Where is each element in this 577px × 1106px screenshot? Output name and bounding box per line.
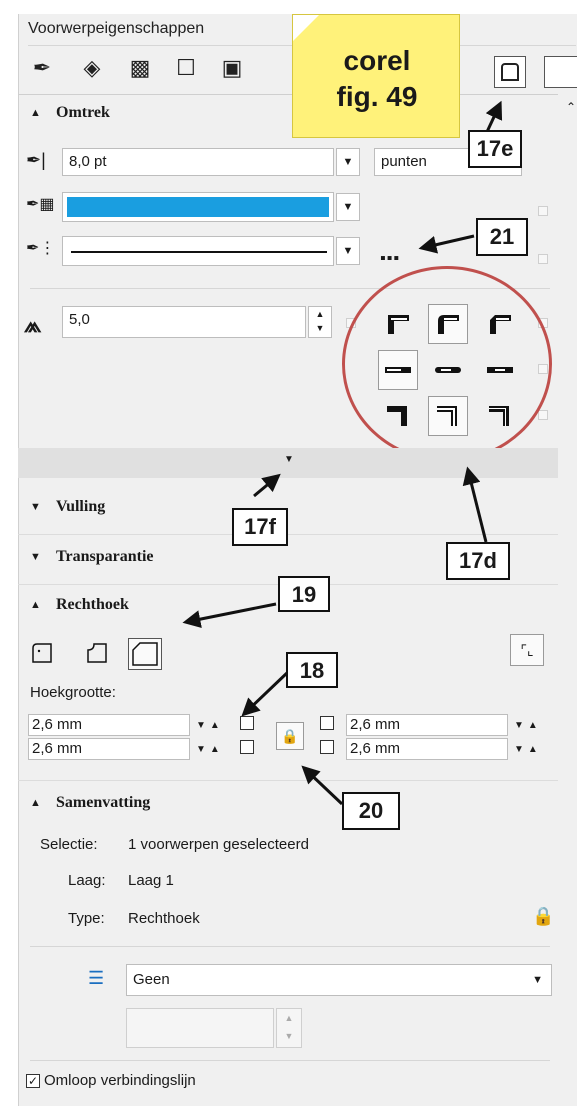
callout-17e: 17e <box>468 130 522 168</box>
callout-20: 20 <box>342 792 400 830</box>
callout-21: 21 <box>476 218 528 256</box>
callout-17f: 17f <box>232 508 288 546</box>
arrow-21 <box>418 234 475 254</box>
callout-17d: 17d <box>446 542 510 580</box>
callout-19: 19 <box>278 576 330 612</box>
arrow-20 <box>301 765 344 806</box>
arrow-19 <box>182 602 277 629</box>
arrow-17f <box>253 473 281 498</box>
arrow-18 <box>241 670 290 717</box>
arrow-17d <box>462 466 488 543</box>
callout-18: 18 <box>286 652 338 688</box>
